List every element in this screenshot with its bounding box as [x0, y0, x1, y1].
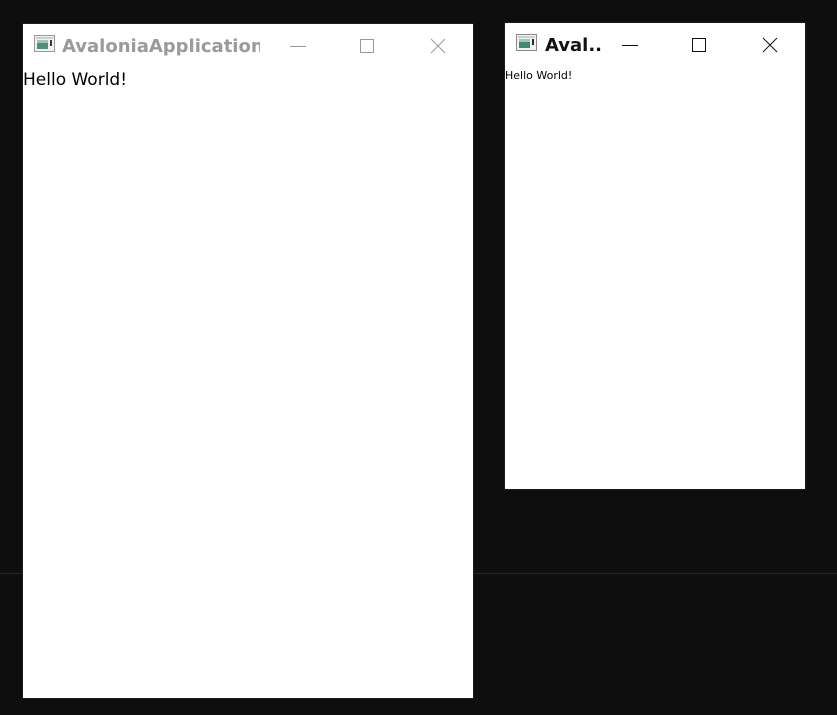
maximize-button[interactable] — [344, 24, 390, 68]
close-button[interactable] — [747, 23, 793, 67]
window-title: AvaloniaApplication3... — [62, 36, 260, 57]
minimize-button[interactable] — [275, 24, 321, 68]
close-icon — [762, 37, 778, 53]
maximize-icon — [692, 38, 706, 52]
app-window-icon — [516, 34, 537, 51]
minimize-icon — [622, 45, 638, 46]
title-bar[interactable]: AvaloniaApplication3... — [23, 24, 473, 68]
app-window-icon — [34, 35, 55, 52]
app-window-active[interactable]: Aval... Hello World! — [505, 23, 805, 489]
close-icon — [430, 38, 446, 54]
minimize-button[interactable] — [607, 23, 653, 67]
maximize-icon — [360, 39, 374, 53]
minimize-icon — [290, 46, 306, 47]
hello-text: Hello World! — [23, 70, 128, 90]
close-button[interactable] — [415, 24, 461, 68]
title-bar[interactable]: Aval... — [505, 23, 805, 67]
maximize-button[interactable] — [676, 23, 722, 67]
app-window-inactive[interactable]: AvaloniaApplication3... Hello World! — [23, 24, 473, 698]
hello-text: Hello World! — [505, 69, 573, 82]
window-title: Aval... — [545, 35, 601, 56]
